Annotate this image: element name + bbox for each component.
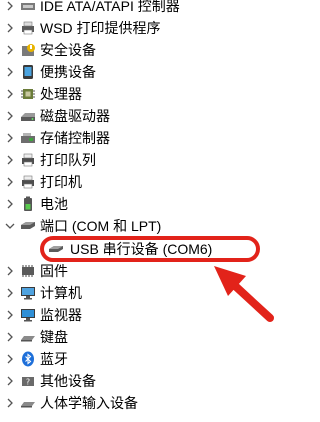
red-arrow-annotation	[214, 266, 274, 322]
